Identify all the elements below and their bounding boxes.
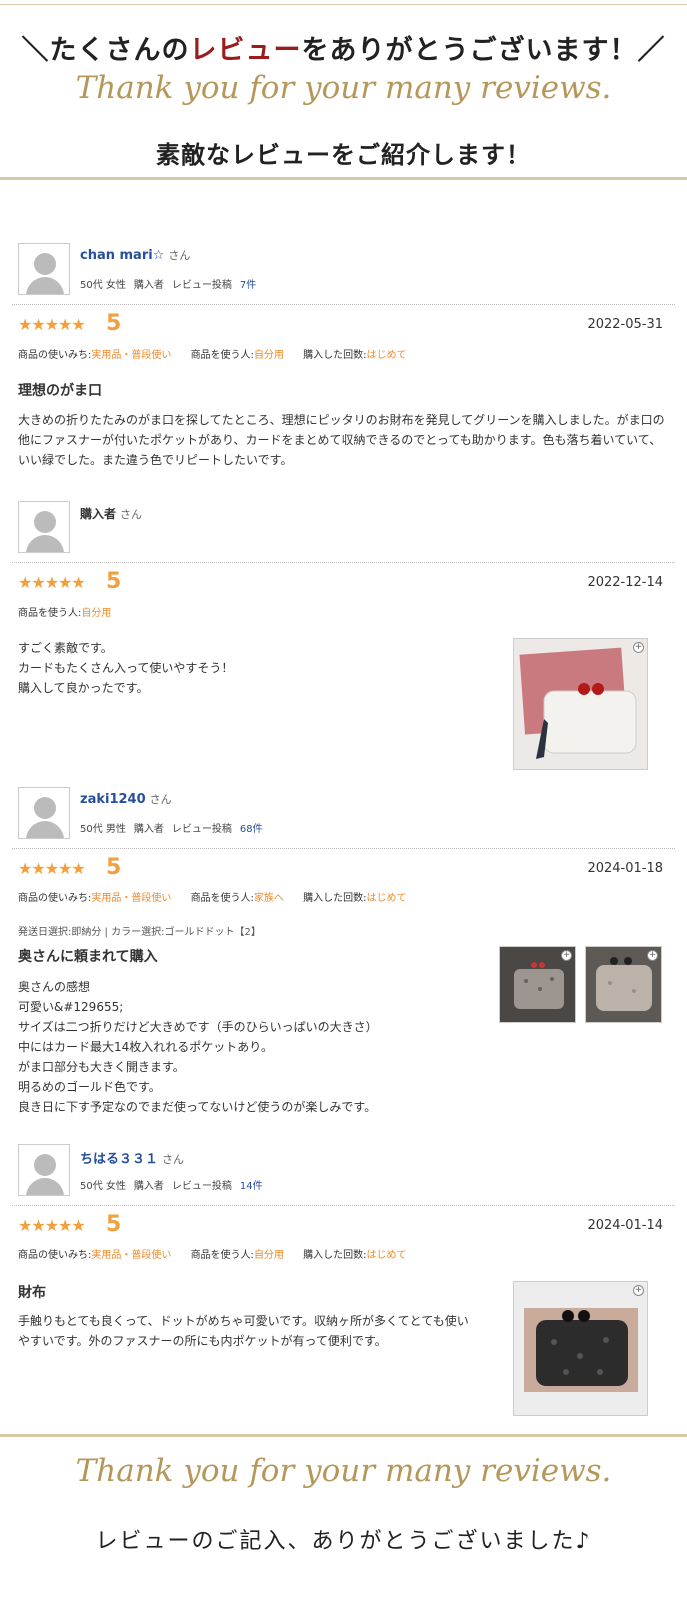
header-title-post: をありがとうございます！／ [301, 35, 666, 66]
review-attributes: 商品の使いみち:実用品・普段使い 商品を使う人:自分用 購入した回数:はじめて [18, 1250, 407, 1261]
review-count-link[interactable]: 14件 [240, 1181, 263, 1192]
review-photo[interactable]: + [499, 946, 576, 1023]
divider [12, 304, 675, 305]
divider [12, 1205, 675, 1206]
review-date: 2022-05-31 [587, 317, 663, 332]
star-rating: ★★★★★ [18, 573, 86, 592]
reviewer-meta: 50代 男性 購入者 レビュー投稿 68件 [80, 824, 263, 835]
footer-thanks: レビューのご記入、ありがとうございました♪ [95, 1529, 592, 1554]
photo-wallet-black-dot [514, 1282, 647, 1415]
header-title-accent: レビュー [189, 35, 302, 66]
reviewer-row: 購入者 さん [18, 501, 678, 553]
page-header: ＼たくさんのレビューをありがとうございます！／ Thank you for yo… [0, 0, 687, 180]
star-rating: ★★★★★ [18, 859, 86, 878]
review-attributes: 商品を使う人:自分用 [18, 608, 112, 619]
rating-row: ★★★★★ 5 2022-12-14 [18, 569, 663, 596]
page-footer: Thank you for your many reviews. レビューのご記… [0, 1434, 687, 1600]
reviewer-name[interactable]: ちはる３３１ さん [80, 1148, 184, 1167]
reviewer-row: zaki1240 さん 50代 男性 購入者 レビュー投稿 68件 [18, 787, 678, 839]
review-photo[interactable]: + [513, 1281, 648, 1416]
rating-score: 5 [106, 855, 122, 880]
review-photo[interactable]: + [585, 946, 662, 1023]
review-body: 奥さんの感想 可愛い&#129655; サイズは二つ折りだけど大きめです（手のひ… [18, 980, 378, 1114]
review-count-link[interactable]: 68件 [240, 824, 263, 835]
rating-score: 5 [106, 569, 122, 594]
divider [12, 562, 675, 563]
reviewer-name: 購入者 さん [80, 507, 143, 521]
header-subtitle: 素敵なレビューをご紹介します！ [156, 140, 531, 169]
avatar [18, 243, 70, 295]
reviewer-name[interactable]: zaki1240 さん [80, 791, 172, 807]
star-rating: ★★★★★ [18, 1216, 86, 1235]
review-body: 手触りもとても良くって、ドットがめちゃ可愛いです。収納ヶ所が多くてとても使いやす… [18, 1314, 469, 1348]
review-attributes: 商品の使いみち:実用品・普段使い 商品を使う人:家族へ 購入した回数:はじめて [18, 893, 407, 904]
review-body: すごく素敵です。 カードもたくさん入って使いやすそう！ 購入して良かったです。 [18, 641, 234, 695]
review-attributes: 商品の使いみち:実用品・普段使い 商品を使う人:自分用 購入した回数:はじめて [18, 350, 407, 361]
zoom-icon[interactable]: + [633, 642, 644, 653]
header-top-rule [0, 4, 687, 5]
avatar [18, 1144, 70, 1196]
divider [12, 848, 675, 849]
review-photo[interactable]: + [513, 638, 648, 770]
review-date: 2022-12-14 [587, 575, 663, 590]
header-title: ＼たくさんのレビューをありがとうございます！／ [0, 28, 687, 67]
review-title: 財布 [18, 1285, 46, 1301]
rating-score: 5 [106, 311, 122, 336]
zoom-icon[interactable]: + [633, 1285, 644, 1296]
zoom-icon[interactable]: + [561, 950, 572, 961]
review-count-link[interactable]: 7件 [240, 280, 256, 291]
zoom-icon[interactable]: + [647, 950, 658, 961]
review-title: 奥さんに頼まれて購入 [18, 949, 158, 965]
reviewer-row: chan mari☆ さん 50代 女性 購入者 レビュー投稿 7件 [18, 243, 678, 295]
header-script-text: Thank you for your many reviews. [75, 70, 612, 106]
footer-script-text: Thank you for your many reviews. [75, 1453, 612, 1489]
rating-row: ★★★★★ 5 2024-01-14 [18, 1212, 663, 1239]
review-title: 理想のがま口 [18, 383, 102, 399]
rating-row: ★★★★★ 5 2024-01-18 [18, 855, 663, 882]
star-rating: ★★★★★ [18, 315, 86, 334]
reviewer-meta: 50代 女性 購入者 レビュー投稿 14件 [80, 1181, 263, 1192]
photo-wallet-pink-box [514, 639, 647, 769]
rating-row: ★★★★★ 5 2022-05-31 [18, 311, 663, 338]
header-title-pre: ＼たくさんの [21, 35, 190, 66]
variant-info: 発送日選択:即納分 | カラー選択:ゴールドドット【2】 [18, 927, 261, 938]
rating-score: 5 [106, 1212, 122, 1237]
reviewer-name[interactable]: chan mari☆ さん [80, 247, 190, 263]
reviewer-row: ちはる３３１ さん 50代 女性 購入者 レビュー投稿 14件 [18, 1144, 678, 1196]
review-date: 2024-01-14 [587, 1218, 663, 1233]
avatar [18, 787, 70, 839]
reviewer-meta: 50代 女性 購入者 レビュー投稿 7件 [80, 280, 257, 291]
review-date: 2024-01-18 [587, 861, 663, 876]
avatar [18, 501, 70, 553]
review-body: 大きめの折りたたみのがま口を探してたところ、理想にピッタリのお財布を発見してグリ… [18, 413, 665, 467]
